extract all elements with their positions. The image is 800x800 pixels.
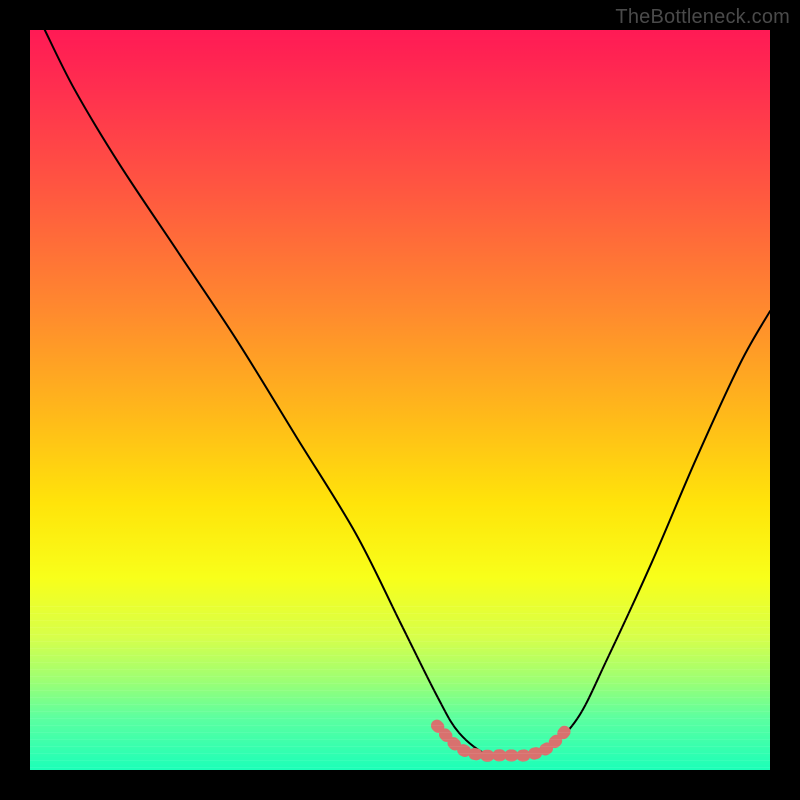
highlight-band [437,726,570,756]
bottleneck-curve [45,30,770,757]
source-credit: TheBottleneck.com [615,6,790,29]
chart-plot-area [30,30,770,770]
chart-svg [30,30,770,770]
chart-frame: TheBottleneck.com [0,0,800,800]
